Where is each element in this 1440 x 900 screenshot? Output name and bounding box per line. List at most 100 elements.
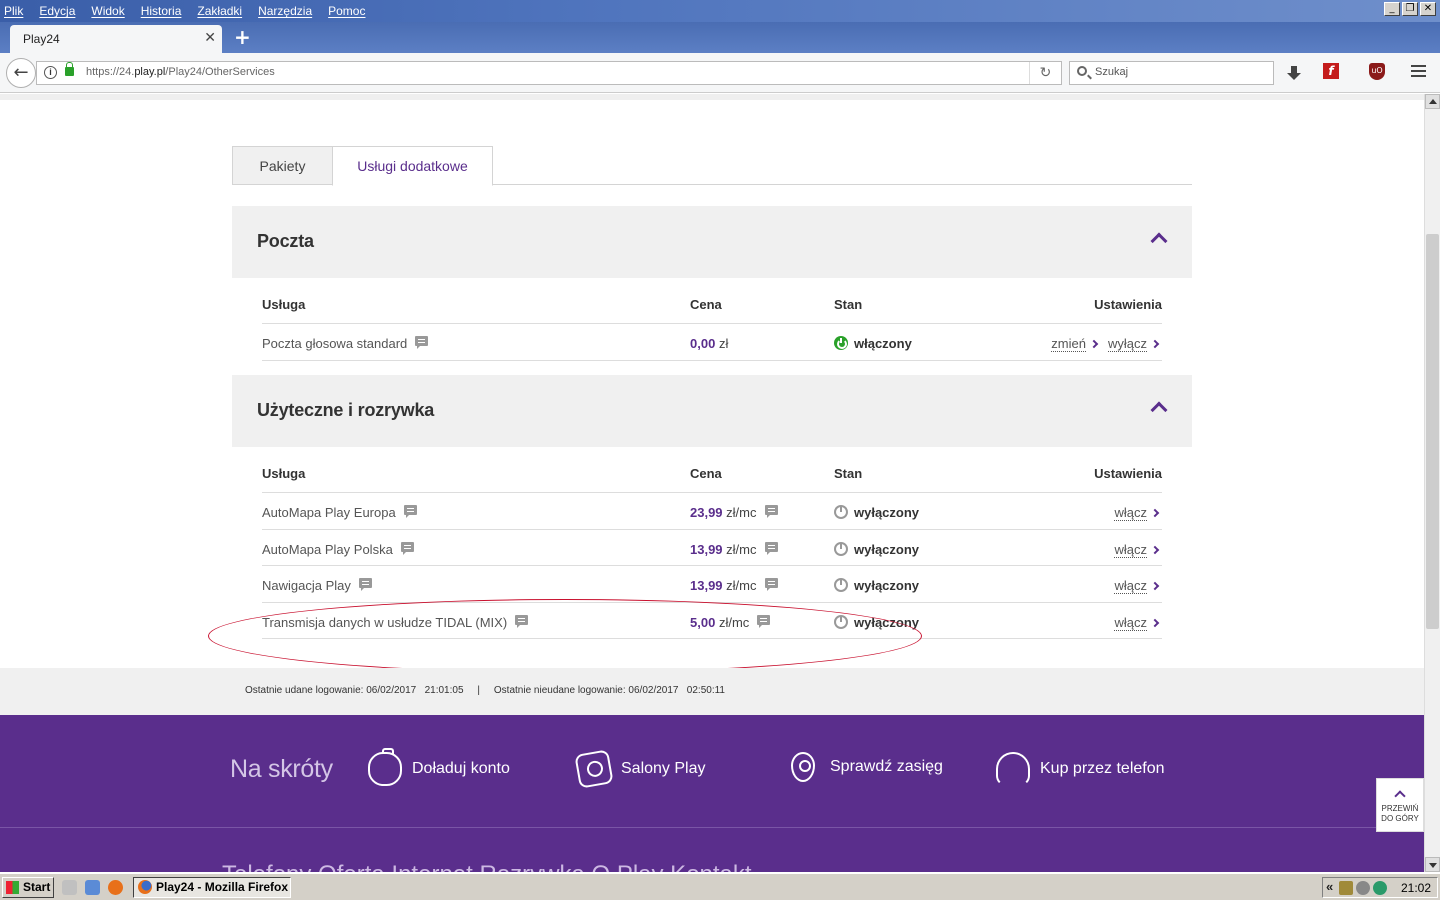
shortcut-sprawdz-zasieg[interactable]: Sprawdź zasięg (786, 752, 943, 782)
chevron-right-icon[interactable] (1150, 618, 1160, 627)
price-unit: zł/mc (726, 578, 757, 593)
minimize-button[interactable]: _ (1384, 2, 1400, 16)
url-domain: play.pl (134, 66, 166, 78)
power-icon (834, 505, 848, 519)
download-icon[interactable] (1287, 66, 1301, 80)
comment-icon[interactable] (764, 578, 778, 591)
comment-icon[interactable] (757, 614, 771, 628)
price-value: 13,99 (690, 578, 723, 593)
chevron-up-icon[interactable] (1150, 401, 1168, 419)
menu-item[interactable]: Plik (4, 4, 23, 18)
login-info: Ostatnie udane logowanie: 06/02/2017 21:… (245, 685, 725, 696)
state-label: wyłączony (854, 541, 920, 557)
menu-item[interactable]: Narzędzia (258, 4, 312, 18)
browser-tab[interactable]: Play24 ✕ (10, 25, 222, 53)
quicklaunch-icon[interactable] (85, 880, 100, 895)
tray-icon[interactable] (1373, 881, 1387, 895)
reload-icon[interactable]: ↻ (1029, 62, 1061, 84)
column-header-settings: Ustawienia (1094, 297, 1162, 312)
tray-icon[interactable] (1339, 881, 1353, 895)
footer: Na skróty Doładuj konto Salony Play Spra… (0, 715, 1424, 872)
price-cell: 0,00 zł (690, 336, 728, 351)
menu-item[interactable]: Historia (141, 4, 182, 18)
chevron-up-icon[interactable] (1150, 232, 1168, 250)
back-button[interactable]: ← (6, 58, 36, 88)
flash-icon[interactable]: f (1323, 63, 1339, 79)
tab-pakiety[interactable]: Pakiety (232, 146, 333, 185)
state-cell: wyłączony (834, 578, 919, 593)
windows-flag-icon (6, 881, 19, 894)
settings-cell: włącz (1114, 505, 1162, 521)
action-link[interactable]: włącz (1114, 541, 1147, 558)
scroll-down-arrow[interactable] (1425, 857, 1440, 872)
shortcut-label: Doładuj konto (412, 760, 510, 777)
chevron-right-icon[interactable] (1150, 339, 1160, 349)
section-title: Użyteczne i rozrywka (257, 400, 435, 420)
new-tab-icon[interactable]: + (234, 25, 251, 49)
scrollbar-thumb[interactable] (1426, 234, 1439, 629)
firefox-icon (138, 880, 152, 894)
quicklaunch-icon[interactable] (62, 880, 77, 895)
comment-icon[interactable] (764, 505, 778, 518)
taskbar-item-firefox[interactable]: Play24 - Mozilla Firefox (133, 877, 291, 898)
action-link[interactable]: wyłącz (1107, 336, 1147, 352)
tab-title: Play24 (23, 32, 60, 46)
chevron-right-icon[interactable] (1150, 545, 1160, 554)
vertical-scrollbar[interactable] (1424, 94, 1440, 872)
comment-icon[interactable] (400, 541, 414, 555)
price-cell: 23,99 zł/mc (690, 505, 778, 520)
table-row: Nawigacja Play 13,99 zł/mc wyłączony włącz (262, 566, 1162, 603)
page-viewport: Pakiety Usługi dodatkowe Poczta Usługa Ce… (0, 94, 1424, 872)
menu-icon[interactable] (1411, 65, 1426, 78)
scroll-up-arrow[interactable] (1425, 94, 1440, 109)
chevron-right-icon[interactable] (1089, 339, 1099, 349)
power-icon (834, 578, 848, 592)
close-tab-icon[interactable]: ✕ (204, 30, 216, 46)
header-bottom-edge (0, 94, 1424, 100)
comment-icon[interactable] (358, 578, 372, 591)
menu-item[interactable]: Edycja (39, 4, 75, 18)
table-row: AutoMapa Play Polska 13,99 zł/mc wyłączony… (262, 530, 1162, 566)
menu-item[interactable]: Pomoc (328, 4, 365, 18)
service-name-cell: Nawigacja Play (262, 578, 372, 593)
chevron-right-icon[interactable] (1150, 508, 1160, 518)
shortcut-doladuj-konto[interactable]: Doładuj konto (368, 748, 510, 786)
comment-icon[interactable] (403, 505, 417, 518)
tab-uslugi-dodatkowe[interactable]: Usługi dodatkowe (332, 146, 493, 186)
start-button[interactable]: Start (2, 877, 54, 898)
tray-expand-icon[interactable]: « (1326, 879, 1333, 894)
price-cell: 13,99 zł/mc (690, 541, 778, 557)
taskbar-item-label: Play24 - Mozilla Firefox (156, 880, 289, 894)
action-link[interactable]: włącz (1114, 614, 1147, 631)
action-link[interactable]: zmień (1051, 336, 1086, 352)
section-header-poczta[interactable]: Poczta (232, 206, 1192, 278)
close-window-button[interactable]: ✕ (1420, 2, 1436, 16)
column-header-price: Cena (690, 297, 722, 312)
table-header: Usługa Cena Stan Ustawienia (262, 457, 1162, 493)
info-icon[interactable]: i (44, 66, 57, 79)
comment-icon[interactable] (764, 541, 778, 555)
ublock-icon[interactable]: uO (1369, 63, 1385, 80)
restore-button[interactable]: ❐ (1402, 2, 1418, 16)
table-row: AutoMapa Play Europa 23,99 zł/mc wyłączony… (262, 493, 1162, 530)
headset-icon (996, 752, 1030, 786)
search-input[interactable]: Szukaj (1069, 61, 1274, 85)
lock-icon[interactable] (65, 62, 74, 76)
menu-item[interactable]: Zakładki (197, 4, 242, 18)
shortcut-kup-przez-telefon[interactable]: Kup przez telefon (996, 752, 1165, 786)
service-name: Nawigacja Play (262, 578, 351, 593)
chevron-right-icon[interactable] (1150, 581, 1160, 591)
column-header-state: Stan (834, 466, 863, 481)
scroll-to-top-button[interactable]: PRZEWIŃ DO GÓRY (1376, 778, 1424, 832)
firefox-icon[interactable] (108, 880, 123, 895)
section-header-uzyteczne[interactable]: Użyteczne i rozrywka (232, 375, 1192, 447)
service-name: Transmisja danych w usłudze TIDAL (MIX) (262, 614, 508, 630)
action-link[interactable]: włącz (1114, 505, 1147, 521)
menu-item[interactable]: Widok (91, 4, 124, 18)
shortcut-salony-play[interactable]: Salony Play (574, 749, 706, 789)
url-bar[interactable]: i https://24.play.pl/Play24/OtherService… (36, 61, 1062, 85)
action-link[interactable]: włącz (1114, 578, 1147, 594)
comment-icon[interactable] (515, 614, 529, 628)
tray-icon[interactable] (1356, 881, 1370, 895)
comment-icon[interactable] (415, 336, 429, 349)
